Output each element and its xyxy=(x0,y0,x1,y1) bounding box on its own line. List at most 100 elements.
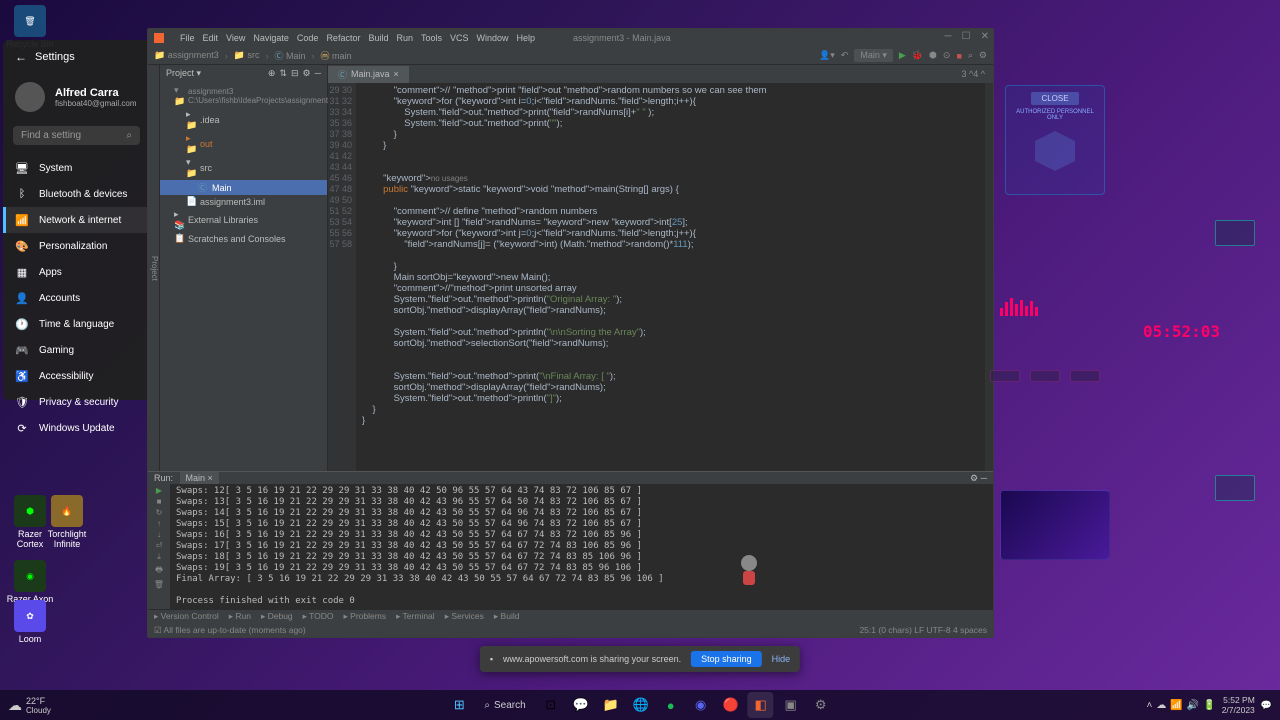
bottom-tab-version-control[interactable]: ▸ Version Control xyxy=(154,611,219,622)
settings-item-privacy-security[interactable]: 🛡Privacy & security xyxy=(3,389,150,415)
settings-search-input[interactable]: Find a setting ⌕ xyxy=(13,126,140,145)
torchlight-icon[interactable]: 🔥 Torchlight Infinite xyxy=(42,495,92,549)
soft-wrap-button[interactable]: ⏎ xyxy=(156,541,163,550)
tree-root[interactable]: ▾📁assignment3 C:\Users\fishb\IdeaProject… xyxy=(160,84,327,108)
editor-minimap[interactable] xyxy=(985,83,993,471)
settings-back-button[interactable]: ← xyxy=(15,50,27,64)
menu-window[interactable]: Window xyxy=(477,33,509,43)
menu-vcs[interactable]: VCS xyxy=(450,33,469,43)
tray-chevron-icon[interactable]: ˄ xyxy=(1146,700,1152,711)
tree-src-folder[interactable]: ▾📁src xyxy=(160,156,327,180)
menu-navigate[interactable]: Navigate xyxy=(253,33,289,43)
debug-button[interactable]: 🐞 xyxy=(912,50,923,61)
project-tool-button[interactable]: Project xyxy=(148,65,160,471)
tree-out-folder[interactable]: ▸📁out xyxy=(160,132,327,156)
maximize-button[interactable]: ☐ xyxy=(962,31,971,42)
settings-button[interactable]: ⚙ xyxy=(808,692,834,718)
tray-wifi-icon[interactable]: 📶 xyxy=(1170,700,1182,711)
start-button[interactable]: ⊞ xyxy=(446,692,472,718)
problems-badge[interactable]: 3 ^4 ^ xyxy=(954,69,993,79)
settings-item-accounts[interactable]: 👤Accounts xyxy=(3,285,150,311)
profile-button[interactable]: ⊙ xyxy=(943,50,951,61)
up-button[interactable]: ↑ xyxy=(157,519,161,528)
file-explorer-button[interactable]: 📁 xyxy=(598,692,624,718)
menu-code[interactable]: Code xyxy=(297,33,319,43)
coverage-button[interactable]: ⬢ xyxy=(929,50,937,61)
menu-help[interactable]: Help xyxy=(517,33,536,43)
settings-item-personalization[interactable]: 🎨Personalization xyxy=(3,233,150,259)
settings-item-accessibility[interactable]: ♿Accessibility xyxy=(3,363,150,389)
tree-idea-folder[interactable]: ▸📁.idea xyxy=(160,108,327,132)
menu-refactor[interactable]: Refactor xyxy=(326,33,360,43)
run-tab-main[interactable]: Main × xyxy=(180,472,219,484)
tray-volume-icon[interactable]: 🔊 xyxy=(1187,700,1199,711)
down-button[interactable]: ↓ xyxy=(157,530,161,539)
run-config-dropdown[interactable]: Main ▾ xyxy=(854,49,893,62)
intellij-button[interactable]: ◧ xyxy=(748,692,774,718)
spotify-button[interactable]: ● xyxy=(658,692,684,718)
search-everywhere-button[interactable]: ⌕ xyxy=(968,50,973,61)
weather-widget[interactable]: ☁ 22°F Cloudy xyxy=(8,696,51,715)
bottom-tab-build[interactable]: ▸ Build xyxy=(494,611,520,622)
bottom-tab-terminal[interactable]: ▸ Terminal xyxy=(396,611,435,622)
run-button[interactable]: ▶ xyxy=(899,50,906,61)
editor-tab[interactable]: Ⓒ Main.java × xyxy=(328,66,409,83)
breadcrumb-item[interactable]: 📁 assignment3 xyxy=(154,50,219,61)
user-icon[interactable]: 👤▾ xyxy=(819,50,835,61)
bottom-tab-run[interactable]: ▸ Run xyxy=(229,611,251,622)
clear-button[interactable]: 🗑 xyxy=(154,580,164,589)
expand-all-icon[interactable]: ⇅ xyxy=(279,68,287,79)
panel-settings-icon[interactable]: ⚙ xyxy=(303,68,311,79)
breadcrumb-item[interactable]: Ⓒ Main xyxy=(274,49,305,62)
print-button[interactable]: 🖶 xyxy=(155,564,163,578)
menu-tools[interactable]: Tools xyxy=(421,33,442,43)
settings-item-time-language[interactable]: 🕐Time & language xyxy=(3,311,150,337)
settings-item-apps[interactable]: ▦Apps xyxy=(3,259,150,285)
menu-file[interactable]: File xyxy=(180,33,195,43)
settings-item-windows-update[interactable]: ⟳Windows Update xyxy=(3,415,150,441)
settings-item-bluetooth-devices[interactable]: ᛒBluetooth & devices xyxy=(3,181,150,207)
razer-axon-icon[interactable]: ◉ Razer Axon xyxy=(5,560,55,604)
breadcrumb-item[interactable]: 📁 src xyxy=(234,50,260,61)
menu-edit[interactable]: Edit xyxy=(203,33,219,43)
run-settings-icon[interactable]: ⚙ xyxy=(970,473,978,483)
taskbar-datetime[interactable]: 5:52 PM 2/7/2023 xyxy=(1222,695,1255,715)
tree-iml-file[interactable]: 📄assignment3.iml xyxy=(160,195,327,208)
minimize-button[interactable]: ─ xyxy=(945,31,952,42)
notifications-button[interactable]: 💬 xyxy=(1261,700,1272,711)
rerun-button[interactable]: ▶ xyxy=(156,486,162,495)
menu-run[interactable]: Run xyxy=(396,33,413,43)
back-arrow-icon[interactable]: ↶ xyxy=(841,50,849,61)
scroll-end-button[interactable]: ⤓ xyxy=(157,552,161,562)
select-opened-file-icon[interactable]: ⊕ xyxy=(268,68,276,79)
bottom-tab-problems[interactable]: ▸ Problems xyxy=(344,611,387,622)
app-button[interactable]: ▣ xyxy=(778,692,804,718)
stop-run-button[interactable]: ■ xyxy=(157,497,162,506)
bottom-tab-debug[interactable]: ▸ Debug xyxy=(261,611,293,622)
chrome-button[interactable]: 🔴 xyxy=(718,692,744,718)
code-editor[interactable]: "comment">// "method">print "field">out … xyxy=(356,83,985,471)
bottom-tab-todo[interactable]: ▸ TODO xyxy=(303,611,334,622)
user-section[interactable]: Alfred Carra fishboat40@gmail.com xyxy=(3,74,150,120)
hide-panel-icon[interactable]: ─ xyxy=(315,68,321,79)
task-view-button[interactable]: ⊡ xyxy=(538,692,564,718)
menu-view[interactable]: View xyxy=(226,33,245,43)
edge-button[interactable]: 🌐 xyxy=(628,692,654,718)
settings-item-system[interactable]: 🖥System xyxy=(3,155,150,181)
collapse-all-icon[interactable]: ⊟ xyxy=(291,68,299,79)
close-button[interactable]: ✕ xyxy=(981,31,989,42)
hide-share-button[interactable]: Hide xyxy=(772,654,791,664)
chat-button[interactable]: 💬 xyxy=(568,692,594,718)
close-tab-icon[interactable]: × xyxy=(394,69,399,79)
menu-build[interactable]: Build xyxy=(368,33,388,43)
tray-battery-icon[interactable]: 🔋 xyxy=(1203,700,1215,711)
stop-button[interactable]: ■ xyxy=(956,51,961,61)
tray-onedrive-icon[interactable]: ☁ xyxy=(1156,700,1166,711)
run-minimize-icon[interactable]: ─ xyxy=(981,473,987,483)
settings-item-network-internet[interactable]: 📶Network & internet xyxy=(3,207,150,233)
taskbar-search[interactable]: ⌕ Search xyxy=(476,700,533,711)
restart-button[interactable]: ↻ xyxy=(156,508,163,517)
console-output[interactable]: Swaps: 12[ 3 5 16 19 21 22 29 29 31 33 3… xyxy=(170,484,993,609)
loom-icon[interactable]: ✿ Loom xyxy=(5,600,55,644)
stop-sharing-button[interactable]: Stop sharing xyxy=(691,651,762,667)
